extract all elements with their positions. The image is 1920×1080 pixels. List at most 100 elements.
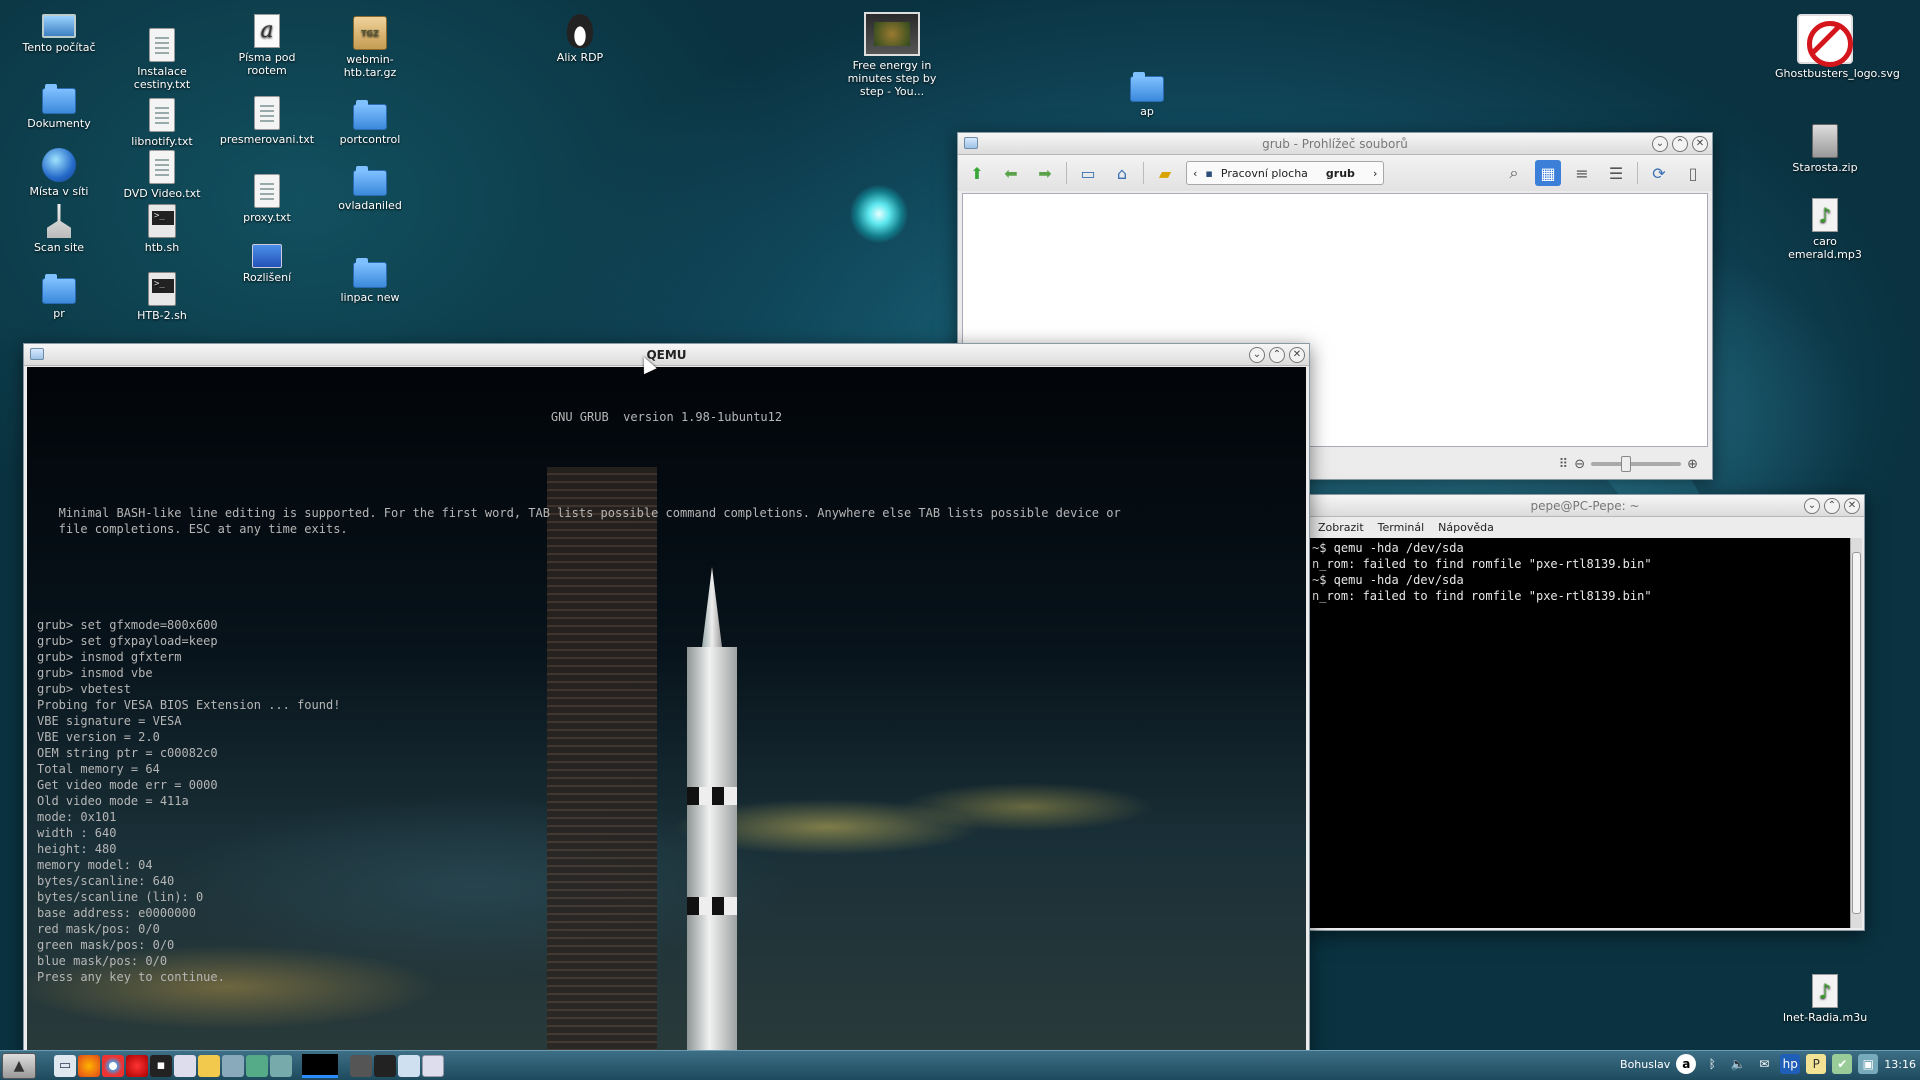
desktop-icon-item[interactable]: pr	[9, 272, 109, 320]
back-arrow-icon[interactable]: ⬅	[998, 160, 1024, 186]
avatar-icon[interactable]: a	[1676, 1054, 1697, 1074]
update-icon[interactable]: ✔	[1832, 1054, 1853, 1074]
desktop-icon-item[interactable]: ♪ caro emerald.mp3	[1775, 198, 1875, 261]
task-window-icon[interactable]	[422, 1054, 444, 1077]
network-icon[interactable]	[222, 1054, 244, 1077]
start-menu-button[interactable]: ▲	[2, 1052, 36, 1079]
close-button[interactable]: ✕	[1289, 347, 1305, 363]
desktop-icon-item[interactable]: a Písma pod rootem	[217, 14, 317, 77]
network-status-icon[interactable]: ▣	[1858, 1054, 1879, 1074]
breadcrumb-item-grub[interactable]: grub	[1314, 167, 1367, 180]
scrollbar-thumb[interactable]	[1852, 552, 1861, 914]
window-title: QEMU	[646, 348, 687, 362]
files-icon[interactable]	[198, 1054, 220, 1077]
minimize-button[interactable]: ⌄	[1249, 347, 1265, 363]
icon-view-icon[interactable]: ▦	[1535, 160, 1561, 186]
mail-icon[interactable]: ✉	[1754, 1054, 1774, 1074]
task-terminal-icon[interactable]	[374, 1054, 396, 1077]
desktop-icon-item[interactable]: proxy.txt	[217, 174, 317, 224]
desktop-icon-item[interactable]: ap	[1097, 70, 1197, 118]
desktop-icon-item[interactable]: Ghostbusters_logo.svg	[1775, 14, 1900, 80]
close-button[interactable]: ✕	[1844, 498, 1860, 514]
search-icon[interactable]: ⌕	[1501, 160, 1527, 186]
breadcrumb-left-arrow-icon[interactable]: ‹	[1187, 167, 1203, 180]
chrome-icon[interactable]	[102, 1054, 124, 1077]
zoom-in-icon[interactable]: ⊕	[1687, 457, 1698, 472]
show-desktop-icon[interactable]: ▭	[54, 1054, 76, 1077]
font-icon: a	[254, 14, 280, 48]
desktop-icon-item[interactable]: htb.sh	[112, 204, 212, 254]
list-view-icon[interactable]: ≡	[1569, 160, 1595, 186]
workspace-pager[interactable]	[302, 1053, 338, 1078]
desktop-icon-item[interactable]: HTB-2.sh	[112, 272, 212, 322]
terminal-output[interactable]: ~$ qemu -hda /dev/sda n_rom: failed to fi…	[1308, 538, 1850, 928]
desktop-icon-item[interactable]: Free energy in minutes step by step - Yo…	[842, 12, 942, 98]
desktop-icon-item[interactable]: Starosta.zip	[1775, 124, 1875, 174]
opera-icon[interactable]	[126, 1054, 148, 1077]
zoom-slider-thumb[interactable]	[1621, 456, 1632, 472]
desktop-icon-item[interactable]: Scan site	[9, 204, 109, 254]
desktop-icon-item[interactable]: DVD Video.txt	[112, 150, 212, 200]
transfer-icon[interactable]	[246, 1054, 268, 1077]
printer-icon[interactable]: P	[1806, 1054, 1827, 1074]
terminal-launcher-icon[interactable]: ▪	[150, 1054, 172, 1077]
grub-console-line: VBE signature = VESA	[37, 714, 182, 728]
desktop-icon-item[interactable]: Tento počítač	[9, 14, 109, 54]
detail-view-icon[interactable]: ☰	[1603, 160, 1629, 186]
terminal-line: n_rom: failed to find romfile "pxe-rtl81…	[1312, 557, 1652, 571]
terminal-titlebar[interactable]: pepe@PC-Pepe: ~ ⌄ ⌃ ✕	[1306, 495, 1864, 517]
menu-terminal[interactable]: Terminál	[1378, 521, 1425, 534]
desktop-icon-item[interactable]: portcontrol	[320, 98, 420, 146]
minimize-button[interactable]: ⌄	[1804, 498, 1820, 514]
desktop-icon-item[interactable]: Dokumenty	[9, 82, 109, 130]
hp-icon[interactable]: hp	[1780, 1054, 1801, 1074]
forward-arrow-icon[interactable]: ➡	[1032, 160, 1058, 186]
launcher-icon[interactable]	[270, 1054, 292, 1077]
desktop-icon[interactable]: ▭	[1075, 160, 1101, 186]
music-file-icon: ♪	[1812, 974, 1838, 1008]
properties-icon[interactable]: ▯	[1680, 160, 1706, 186]
menu-help[interactable]: Nápověda	[1438, 521, 1494, 534]
desktop-icon-item[interactable]: Rozlišení	[217, 244, 317, 284]
home-icon[interactable]: ⌂	[1109, 160, 1135, 186]
minimize-button[interactable]: ⌄	[1652, 136, 1668, 152]
zoom-slider[interactable]	[1591, 456, 1682, 472]
calculator-icon[interactable]	[174, 1054, 196, 1077]
desktop-icon-item[interactable]: Místa v síti	[9, 148, 109, 198]
zoom-out-icon[interactable]: ⊖	[1574, 457, 1585, 472]
bluetooth-icon[interactable]: ᛒ	[1702, 1054, 1722, 1074]
desktop-icon-item[interactable]: Alix RDP	[530, 14, 630, 64]
task-file-viewer-icon[interactable]	[398, 1054, 420, 1077]
desktop-icon-item[interactable]: presmerovani.txt	[217, 96, 317, 146]
maximize-button[interactable]: ⌃	[1269, 347, 1285, 363]
refresh-icon[interactable]: ⟳	[1646, 160, 1672, 186]
system-tray: Bohuslav a ᛒ 🔈 ✉ hp P ✔ ▣ 13:16	[1620, 1054, 1916, 1074]
up-arrow-icon[interactable]: ⬆	[964, 160, 990, 186]
shell-script-icon	[148, 272, 176, 306]
terminal-window: pepe@PC-Pepe: ~ ⌄ ⌃ ✕ Zobrazit Terminál …	[1305, 494, 1865, 931]
maximize-button[interactable]: ⌃	[1824, 498, 1840, 514]
music-file-icon: ♪	[1812, 198, 1838, 232]
clock[interactable]: 13:16	[1884, 1058, 1916, 1071]
volume-icon[interactable]: 🔈	[1728, 1054, 1748, 1074]
menu-view[interactable]: Zobrazit	[1318, 521, 1364, 534]
new-folder-icon[interactable]: ▰	[1152, 160, 1178, 186]
terminal-scrollbar[interactable]	[1850, 538, 1862, 928]
desktop-icon-item[interactable]: Instalace cestiny.txt	[112, 28, 212, 91]
desktop-icon-item[interactable]: libnotify.txt	[112, 98, 212, 148]
breadcrumb-item-desktop[interactable]: Pracovní plocha	[1215, 167, 1314, 180]
breadcrumb-right-arrow-icon[interactable]: ›	[1367, 167, 1383, 180]
close-button[interactable]: ✕	[1692, 136, 1708, 152]
desktop-icon-item[interactable]: TGZ webmin-htb.tar.gz	[320, 16, 420, 79]
qemu-titlebar[interactable]: QEMU ⌄ ⌃ ✕	[24, 344, 1309, 366]
desktop-icon-item[interactable]: linpac new	[320, 256, 420, 304]
desktop-icon-item[interactable]: ♪ Inet-Radia.m3u	[1775, 974, 1875, 1024]
task-qemu-icon[interactable]	[350, 1054, 372, 1077]
desktop-icon-item[interactable]: ovladaniled	[320, 164, 420, 212]
folder-icon	[1130, 72, 1164, 102]
firefox-icon[interactable]	[78, 1054, 100, 1077]
file-viewer-titlebar[interactable]: grub - Prohlížeč souborů ⌄ ⌃ ✕	[958, 133, 1712, 155]
qemu-display[interactable]: GNU GRUB version 1.98-1ubuntu12 Minimal …	[27, 367, 1306, 1052]
grub-console-line: bytes/scanline (lin): 0	[37, 890, 204, 904]
maximize-button[interactable]: ⌃	[1672, 136, 1688, 152]
